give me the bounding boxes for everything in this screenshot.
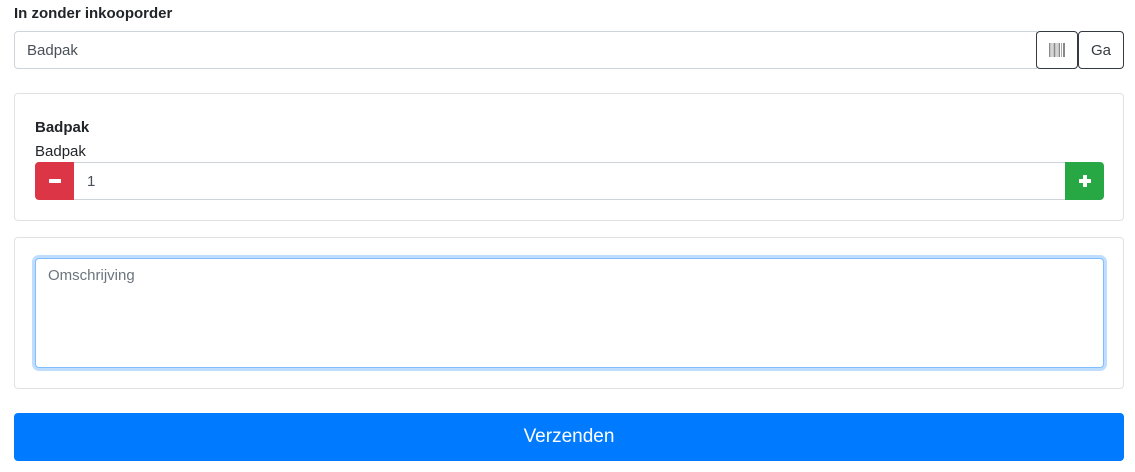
- increase-quantity-button[interactable]: [1065, 162, 1104, 200]
- quantity-stepper: [35, 162, 1104, 200]
- search-input[interactable]: [14, 31, 1037, 69]
- minus-icon: [48, 179, 61, 183]
- description-card: [14, 237, 1124, 389]
- decrease-quantity-button[interactable]: [35, 162, 74, 200]
- go-button[interactable]: Ga: [1078, 31, 1124, 69]
- barcode-scan-button[interactable]: [1036, 31, 1078, 69]
- product-subtitle: Badpak: [35, 143, 86, 160]
- search-group: Ga: [14, 31, 1124, 69]
- submit-button[interactable]: Verzenden: [14, 413, 1124, 461]
- product-title: Badpak: [35, 119, 90, 136]
- plus-icon: [1078, 175, 1091, 187]
- description-textarea[interactable]: [35, 258, 1104, 368]
- section-label: In zonder inkooporder: [14, 5, 173, 22]
- quantity-input[interactable]: [74, 162, 1065, 200]
- product-card: Badpak Badpak: [14, 93, 1124, 221]
- barcode-icon: [1049, 43, 1065, 57]
